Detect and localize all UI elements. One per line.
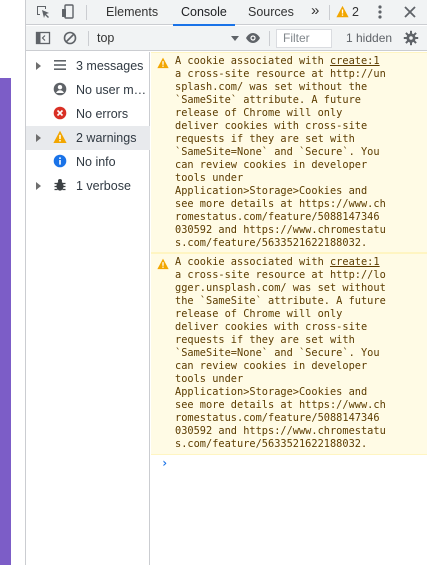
message-line: release of Chrome will only (175, 107, 343, 119)
sidebar-item-label: No errors (76, 107, 129, 121)
chevron-down-icon (231, 36, 239, 41)
devtools-panel: Elements Console Sources » 2 top Filter … (25, 0, 427, 565)
console-messages: A cookie associated with create:1 a cros… (151, 52, 427, 565)
sidebar-item-info[interactable]: No info (26, 150, 150, 174)
message-line: 030592 and https://www.chromestatu (175, 224, 386, 236)
message-line: can review cookies in developer (175, 360, 368, 372)
devtools-tab-bar: Elements Console Sources » 2 (26, 0, 427, 26)
sidebar-item-label: 2 warnings (76, 131, 137, 145)
message-line: deliver cookies with cross-site (175, 321, 368, 333)
expand-arrow-icon[interactable] (36, 134, 41, 142)
warning-text: A cookie associated with create:1 a cros… (175, 55, 425, 250)
console-warning-message: A cookie associated with create:1 a cros… (151, 52, 427, 253)
console-warning-message: A cookie associated with create:1 a cros… (151, 253, 427, 455)
message-line: a cross-site resource at http://lo (175, 269, 386, 281)
eye-icon[interactable] (245, 30, 261, 46)
user-icon (53, 82, 67, 96)
list-icon (54, 60, 66, 70)
message-line: a cross-site resource at http://un (175, 68, 386, 80)
console-prompt[interactable]: › (161, 456, 168, 470)
message-line: requests if they are set with (175, 334, 355, 346)
tab-sources[interactable]: Sources (248, 0, 294, 25)
message-line: `SameSite=None` and `Secure`. You (175, 146, 380, 158)
message-line: s.com/feature/5633521622188032. (175, 237, 368, 249)
sidebar-item-user-messages[interactable]: No user me… (26, 78, 150, 102)
gear-icon[interactable] (403, 30, 419, 46)
console-toolbar: top Filter 1 hidden (26, 26, 427, 51)
message-line: romestatus.com/feature/5088147346 (175, 412, 380, 424)
toolbar-divider (329, 5, 330, 20)
warning-icon (157, 57, 169, 69)
message-line: Application>Storage>Cookies and (175, 386, 368, 398)
message-line: see more details at https://www.ch (175, 198, 386, 210)
more-tabs-button[interactable]: » (311, 0, 319, 25)
toolbar-divider (88, 31, 89, 46)
message-line: 030592 and https://www.chromestatu (175, 425, 386, 437)
message-line: splash.com/ was set without the (175, 81, 368, 93)
filter-input[interactable]: Filter (276, 29, 332, 48)
kebab-menu-icon[interactable] (372, 4, 388, 20)
info-icon (53, 154, 67, 168)
message-line: release of Chrome will only (175, 308, 343, 320)
message-line: requests if they are set with (175, 133, 355, 145)
warning-count: 2 (352, 5, 359, 19)
sidebar-item-verbose[interactable]: 1 verbose (26, 174, 150, 198)
warnings-counter[interactable]: 2 (336, 0, 366, 25)
warning-icon (336, 5, 349, 18)
expand-arrow-icon[interactable] (36, 182, 41, 190)
inspect-element-icon[interactable] (35, 4, 51, 20)
sidebar-item-label: 3 messages (76, 59, 144, 73)
source-link[interactable]: create:1 (330, 55, 380, 67)
expand-arrow-icon[interactable] (36, 62, 41, 70)
close-icon[interactable] (402, 4, 418, 20)
page-edge (0, 0, 11, 565)
toolbar-divider (86, 5, 87, 20)
sidebar-toggle-icon[interactable] (35, 30, 51, 46)
execution-context-select[interactable]: top (97, 26, 114, 51)
clear-console-icon[interactable] (62, 30, 78, 46)
sidebar-item-label: No info (76, 155, 116, 169)
message-line: romestatus.com/feature/5088147346 (175, 211, 380, 223)
message-line: `SameSite` attribute. A future (175, 94, 361, 106)
toolbar-divider (269, 31, 270, 46)
message-line: deliver cookies with cross-site (175, 120, 368, 132)
error-icon (53, 106, 67, 120)
warning-text: A cookie associated with create:1 a cros… (175, 256, 425, 451)
sidebar-item-errors[interactable]: No errors (26, 102, 150, 126)
sidebar-item-warnings[interactable]: 2 warnings (26, 126, 150, 150)
hidden-messages-count: 1 hidden (346, 31, 393, 45)
message-line: `SameSite=None` and `Secure`. You (175, 347, 380, 359)
tab-console[interactable]: Console (173, 0, 235, 26)
message-line: A cookie associated with (175, 55, 330, 67)
message-line: tools under (175, 172, 244, 184)
warning-icon (157, 258, 169, 270)
warning-icon (53, 130, 67, 143)
tab-elements[interactable]: Elements (106, 0, 158, 25)
sidebar-item-messages[interactable]: 3 messages (26, 54, 150, 78)
console-sidebar: 3 messages No user me… No errors 2 warni… (26, 52, 150, 565)
message-line: A cookie associated with (175, 256, 330, 268)
message-line: tools under (175, 373, 244, 385)
message-line: can review cookies in developer (175, 159, 368, 171)
sidebar-item-label: 1 verbose (76, 179, 131, 193)
message-line: Application>Storage>Cookies and (175, 185, 368, 197)
page-background-panel (0, 78, 11, 565)
message-line: see more details at https://www.ch (175, 399, 386, 411)
message-line: gger.unsplash.com/ was set without (175, 282, 386, 294)
source-link[interactable]: create:1 (330, 256, 380, 268)
bug-icon (54, 179, 66, 191)
sidebar-item-label: No user me… (76, 83, 148, 97)
device-toolbar-icon[interactable] (60, 4, 76, 20)
message-line: s.com/feature/5633521622188032. (175, 438, 368, 450)
message-line: the `SameSite` attribute. A future (175, 295, 386, 307)
